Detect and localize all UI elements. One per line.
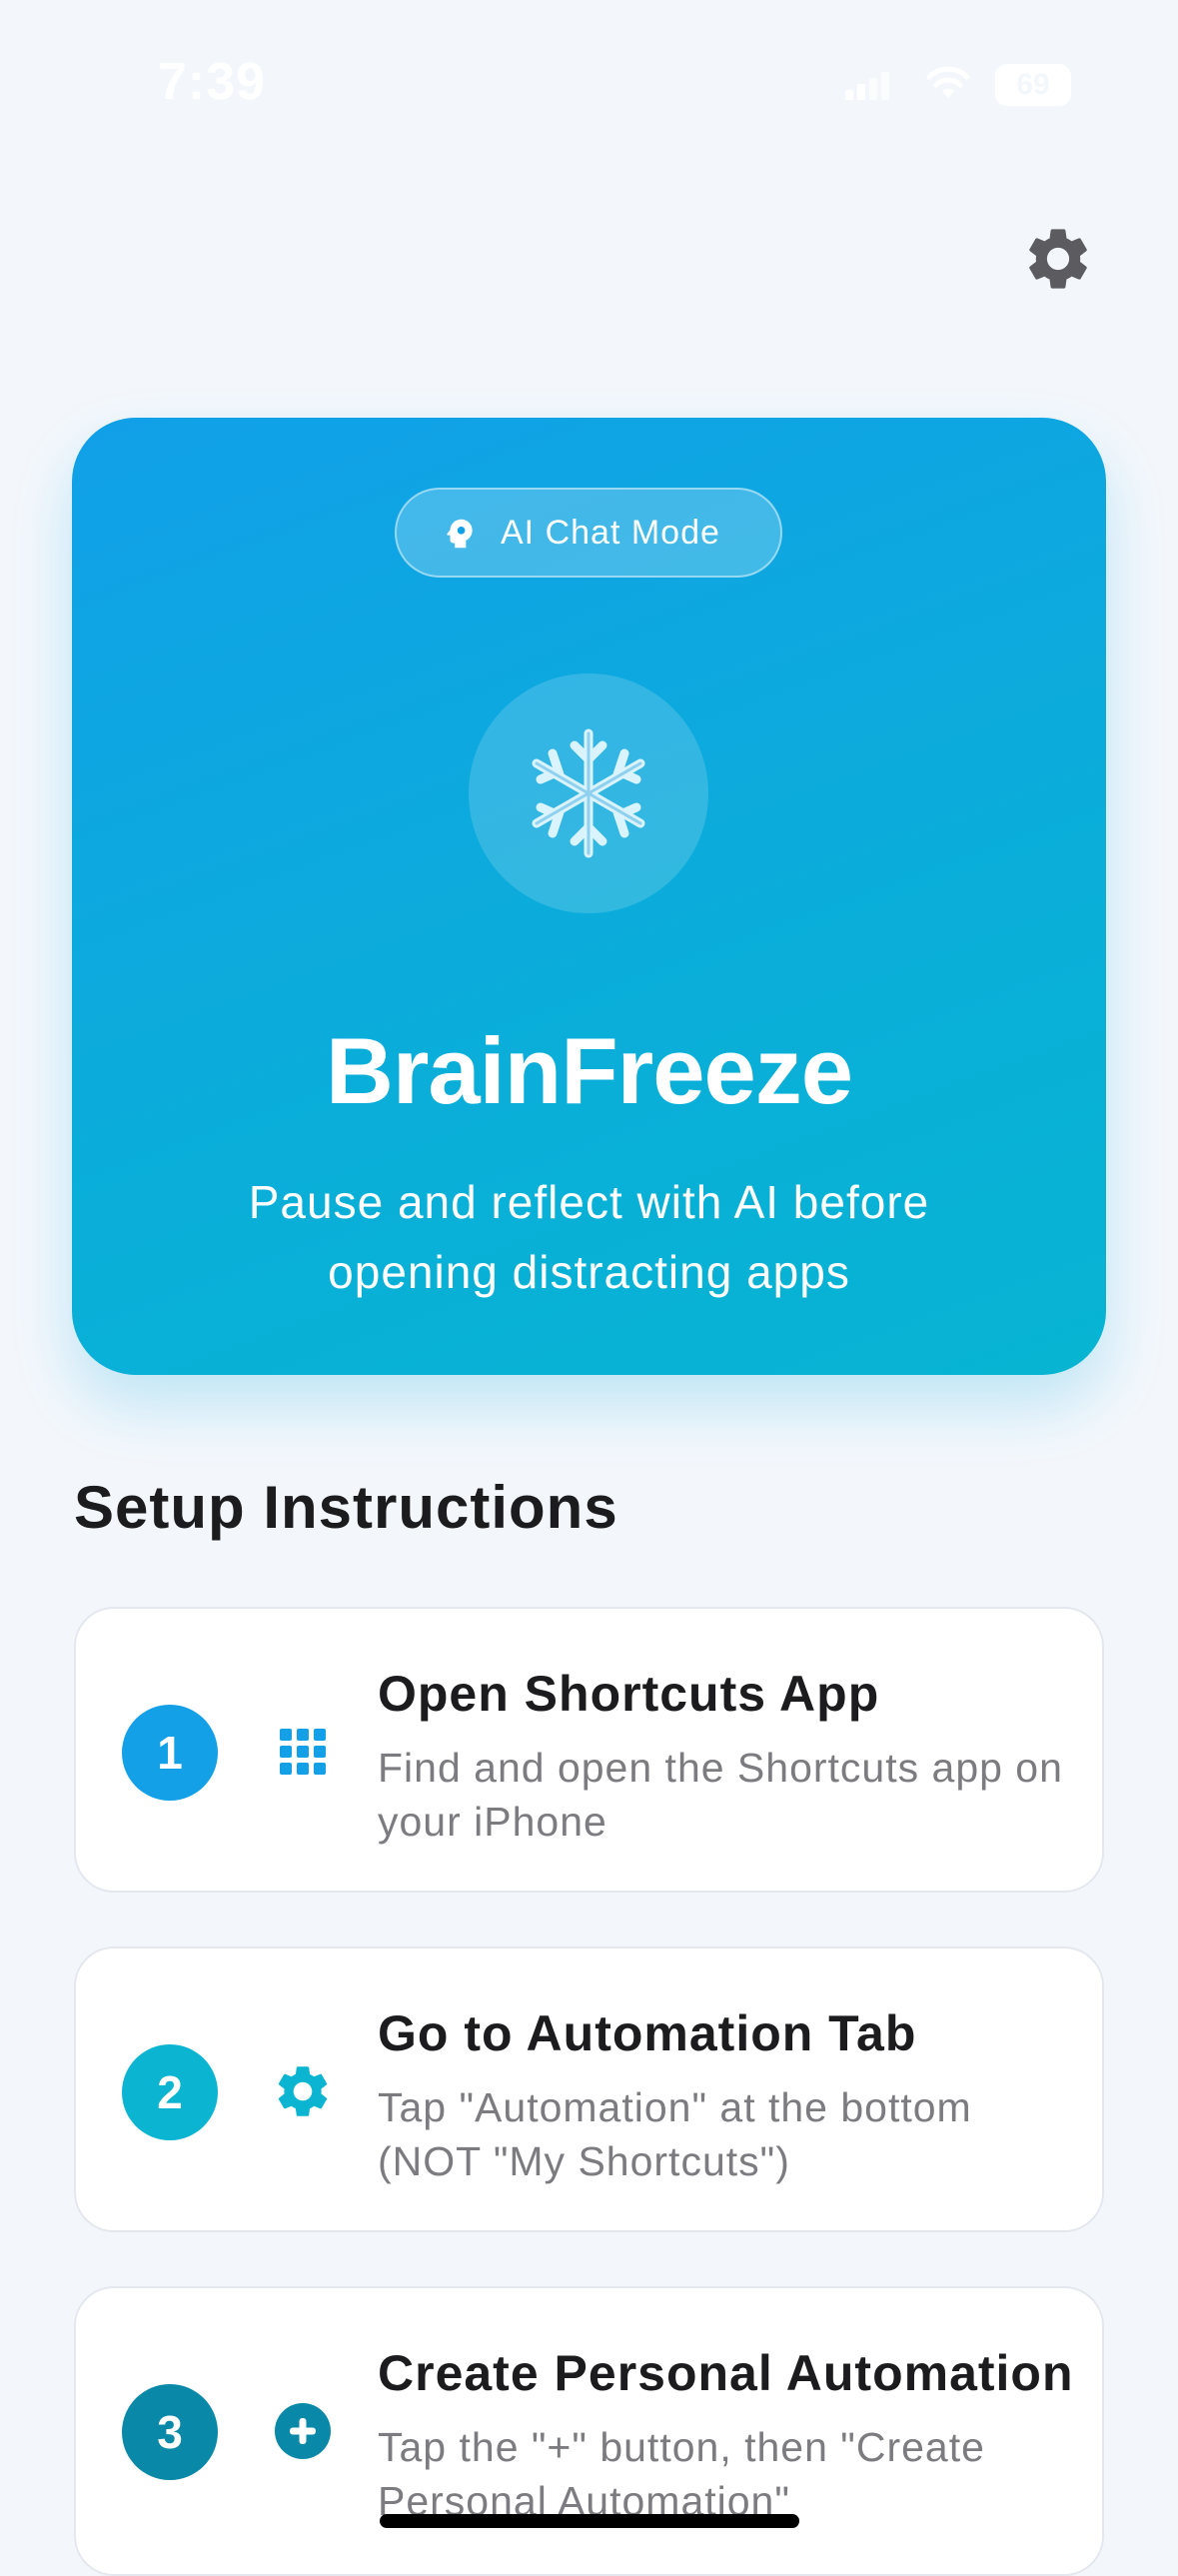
app-tagline: Pause and reflect with AI before opening… bbox=[248, 1176, 930, 1298]
step-title: Create Personal Automation bbox=[378, 2345, 1074, 2401]
step-card-2[interactable]: 2 Go to Automation Tab Tap "Automation" … bbox=[74, 1946, 1104, 2232]
step-title: Go to Automation Tab bbox=[378, 2005, 917, 2061]
step-card-3[interactable]: 3 Create Personal Automation Tap the "+"… bbox=[74, 2286, 1104, 2576]
snowflake-badge bbox=[469, 673, 708, 913]
hero-card: AI Chat Mode BrainFreeze Pause and refle… bbox=[72, 418, 1106, 1375]
step-description: Tap the "+" button, then "Create Persona… bbox=[378, 2424, 985, 2524]
settings-button[interactable] bbox=[1021, 222, 1095, 296]
grid-icon bbox=[280, 1729, 326, 1775]
brain-head-icon bbox=[447, 519, 473, 549]
step-number-badge: 3 bbox=[122, 2384, 218, 2480]
cellular-signal-icon bbox=[845, 72, 889, 100]
ai-chat-mode-label: AI Chat Mode bbox=[501, 514, 720, 552]
step-card-1[interactable]: 1 Open Shortcuts App Find and open the S… bbox=[74, 1607, 1104, 1893]
plus-circle-icon bbox=[275, 2403, 331, 2459]
battery-icon: 69 bbox=[995, 64, 1071, 106]
gear-icon bbox=[278, 2066, 328, 2116]
step-number-badge: 2 bbox=[122, 2044, 218, 2140]
ai-chat-mode-badge[interactable]: AI Chat Mode bbox=[395, 488, 782, 578]
step-description: Tap "Automation" at the bottom (NOT "My … bbox=[378, 2084, 972, 2184]
status-time: 7:39 bbox=[158, 53, 267, 111]
home-indicator[interactable] bbox=[380, 2514, 799, 2528]
snowflake-icon bbox=[532, 728, 645, 858]
step-title: Open Shortcuts App bbox=[378, 1666, 880, 1722]
battery-level: 69 bbox=[1016, 68, 1050, 101]
setup-instructions-heading: Setup Instructions bbox=[74, 1474, 618, 1541]
gear-icon bbox=[1029, 229, 1087, 289]
step-description: Find and open the Shortcuts app on your … bbox=[378, 1745, 1063, 1845]
wifi-icon bbox=[926, 66, 970, 98]
step-number-badge: 1 bbox=[122, 1705, 218, 1801]
app-title: BrainFreeze bbox=[325, 1018, 853, 1123]
status-bar: 7:39 69 bbox=[0, 0, 1178, 170]
